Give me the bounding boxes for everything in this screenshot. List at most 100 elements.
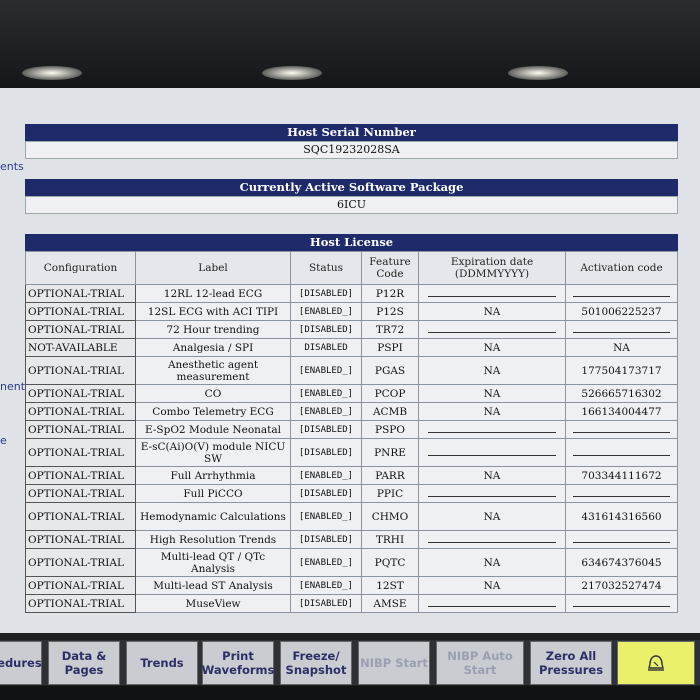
- row-activation: 703344111672: [565, 466, 678, 485]
- row-expiration: NA: [418, 576, 566, 595]
- toolbar-button[interactable]: Zero All Pressures: [530, 641, 612, 685]
- license-row: OPTIONAL-TRIAL CO [ENABLED_] PCOP NA 52666571…: [25, 384, 678, 403]
- row-feature-code: AMSE: [361, 594, 419, 613]
- row-label: 72 Hour trending: [135, 320, 291, 339]
- row-expiration: NA: [418, 356, 566, 385]
- license-row: OPTIONAL-TRIAL E-SpO2 Module Neonatal [DIS…: [25, 420, 678, 439]
- row-expiration: NA: [418, 502, 566, 531]
- host-license-title: Host License: [25, 234, 678, 251]
- software-package-label: Currently Active Software Package: [25, 179, 678, 196]
- toolbar-button[interactable]: NIBP Auto Start: [436, 641, 524, 685]
- row-feature-code: TR72: [361, 320, 419, 339]
- row-activation: 526665716302: [565, 384, 678, 403]
- monitor-bezel-bottom: [0, 686, 700, 700]
- host-serial-value: SQC19232028SA: [25, 141, 678, 159]
- row-expiration: [418, 420, 566, 439]
- license-body: OPTIONAL-TRIAL 12RL 12-lead ECG [DISABLED]…: [25, 284, 678, 613]
- row-configuration: OPTIONAL-TRIAL: [25, 384, 136, 403]
- license-screen: ents nent e Host Serial Number SQC192320…: [0, 88, 700, 633]
- license-row: OPTIONAL-TRIAL Full Arrhythmia [ENABLED_] P…: [25, 466, 678, 485]
- blank-entry-line: [428, 598, 556, 607]
- blank-entry-line: [573, 424, 670, 433]
- toolbar-button[interactable]: Freeze/ Snapshot: [280, 641, 352, 685]
- row-activation: [565, 284, 678, 303]
- row-feature-code: TRHI: [361, 530, 419, 549]
- monitor-bezel: [0, 0, 700, 90]
- row-status: [DISABLED]: [290, 420, 362, 439]
- row-activation: 217032527474: [565, 576, 678, 595]
- side-label: nent: [0, 380, 26, 393]
- row-configuration: OPTIONAL-TRIAL: [25, 548, 136, 577]
- row-expiration: NA: [418, 302, 566, 321]
- license-header-row: Configuration Label Status Feature Code …: [25, 251, 678, 285]
- row-activation: [565, 320, 678, 339]
- blank-entry-line: [428, 324, 556, 333]
- software-package-value: 6ICU: [25, 196, 678, 214]
- row-expiration: NA: [418, 384, 566, 403]
- row-configuration: OPTIONAL-TRIAL: [25, 302, 136, 321]
- blank-entry-line: [428, 288, 556, 297]
- row-expiration: [418, 594, 566, 613]
- row-activation: 501006225237: [565, 302, 678, 321]
- row-status: [DISABLED]: [290, 530, 362, 549]
- alarm-bell-icon: [648, 655, 664, 671]
- row-label: High Resolution Trends: [135, 530, 291, 549]
- host-serial-panel: Host Serial Number SQC19232028SA: [25, 124, 678, 159]
- row-label: Multi-lead ST Analysis: [135, 576, 291, 595]
- host-license-panel: Host License Configuration Label Status …: [25, 234, 678, 613]
- row-feature-code: ACMB: [361, 402, 419, 421]
- row-configuration: OPTIONAL-TRIAL: [25, 530, 136, 549]
- license-row: OPTIONAL-TRIAL 12RL 12-lead ECG [DISABLED]…: [25, 284, 678, 303]
- row-status: [ENABLED_]: [290, 576, 362, 595]
- row-configuration: OPTIONAL-TRIAL: [25, 356, 136, 385]
- row-expiration: [418, 530, 566, 549]
- blank-entry-line: [573, 447, 670, 456]
- col-activation: Activation code: [565, 251, 678, 285]
- toolbar-button[interactable]: Data & Pages: [48, 641, 120, 685]
- row-activation: 431614316560: [565, 502, 678, 531]
- col-status: Status: [290, 251, 362, 285]
- row-status: [ENABLED_]: [290, 356, 362, 385]
- toolbar-button[interactable]: NIBP Start: [358, 641, 430, 685]
- license-row: OPTIONAL-TRIAL 72 Hour trending [DISABLED]…: [25, 320, 678, 339]
- row-status: [ENABLED_]: [290, 502, 362, 531]
- row-expiration: NA: [418, 338, 566, 357]
- row-status: [ENABLED_]: [290, 466, 362, 485]
- license-row: OPTIONAL-TRIAL Multi-lead ST Analysis [ENA…: [25, 576, 678, 595]
- license-row: OPTIONAL-TRIAL Hemodynamic Calculations [E…: [25, 502, 678, 531]
- blank-entry-line: [428, 534, 556, 543]
- row-configuration: OPTIONAL-TRIAL: [25, 502, 136, 531]
- row-activation: 177504173717: [565, 356, 678, 385]
- license-table: Configuration Label Status Feature Code …: [25, 251, 678, 613]
- license-row: OPTIONAL-TRIAL 12SL ECG with ACI TIPI [ENA…: [25, 302, 678, 321]
- toolbar-button[interactable]: cedures: [0, 641, 42, 685]
- row-activation: 166134004477: [565, 402, 678, 421]
- row-status: [ENABLED_]: [290, 384, 362, 403]
- row-activation: [565, 484, 678, 503]
- blank-entry-line: [573, 534, 670, 543]
- blank-entry-line: [573, 488, 670, 497]
- license-row: NOT-AVAILABLE Analgesia / SPI DISABLED PSPI…: [25, 338, 678, 357]
- blank-entry-line: [573, 324, 670, 333]
- row-configuration: OPTIONAL-TRIAL: [25, 284, 136, 303]
- row-configuration: NOT-AVAILABLE: [25, 338, 136, 357]
- toolbar-button[interactable]: Print Waveforms: [202, 641, 274, 685]
- side-label: ents: [0, 160, 24, 173]
- row-activation: [565, 594, 678, 613]
- alarm-silence-button[interactable]: [617, 641, 695, 685]
- row-expiration: NA: [418, 548, 566, 577]
- row-status: [ENABLED_]: [290, 548, 362, 577]
- row-configuration: OPTIONAL-TRIAL: [25, 402, 136, 421]
- row-expiration: [418, 484, 566, 503]
- row-label: MuseView: [135, 594, 291, 613]
- col-configuration: Configuration: [25, 251, 136, 285]
- ceiling-light: [22, 66, 82, 80]
- row-activation: [565, 438, 678, 467]
- row-configuration: OPTIONAL-TRIAL: [25, 466, 136, 485]
- row-status: [DISABLED]: [290, 594, 362, 613]
- toolbar-button[interactable]: Trends: [126, 641, 198, 685]
- license-row: OPTIONAL-TRIAL Multi-lead QT / QTc Analys…: [25, 548, 678, 577]
- row-status: [DISABLED]: [290, 484, 362, 503]
- software-package-panel: Currently Active Software Package 6ICU: [25, 179, 678, 214]
- row-feature-code: P12S: [361, 302, 419, 321]
